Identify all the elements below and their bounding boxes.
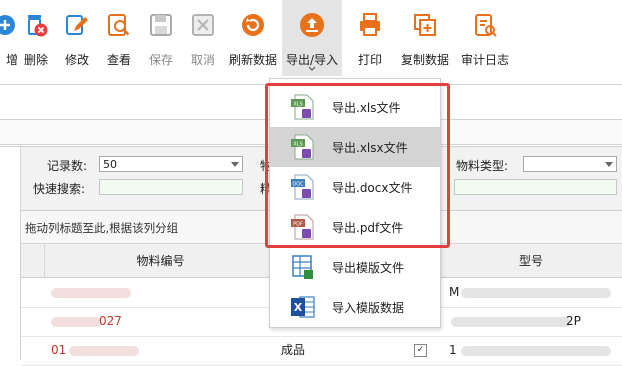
print-button-label: 打印: [357, 53, 382, 67]
blurred-cell: [69, 346, 139, 356]
print-icon: [360, 13, 380, 36]
row-checkbox[interactable]: ✓: [414, 344, 427, 357]
cancel-button-label: 取消: [190, 53, 215, 67]
column-header-label: 型号: [518, 254, 543, 268]
add-icon: [0, 15, 15, 35]
export-import-button[interactable]: 导出/导入: [282, 0, 342, 76]
view-button[interactable]: 查看: [100, 0, 138, 76]
column-header-model[interactable]: 型号: [439, 244, 622, 278]
save-button[interactable]: 保存: [142, 0, 180, 76]
blurred-cell: [51, 288, 131, 298]
delete-icon: [28, 15, 48, 37]
copy-icon: [414, 14, 436, 36]
blurred-cell: [461, 346, 611, 356]
chevron-down-icon: [605, 162, 613, 167]
group-by-hint: 拖动列标题至此,根据该列分组: [25, 221, 179, 235]
record-count-value: 50: [103, 158, 117, 171]
copy-data-button[interactable]: 复制数据: [398, 0, 452, 76]
audit-log-button[interactable]: 审计日志: [458, 0, 512, 76]
cancel-button[interactable]: 取消: [184, 0, 222, 76]
quick-search-input[interactable]: [99, 179, 243, 195]
quick-search-label: 快速搜索:: [33, 182, 86, 196]
refresh-data-button-label: 刷新数据: [228, 53, 277, 67]
chevron-down-icon: [308, 66, 316, 71]
extra-filter-input[interactable]: [454, 179, 617, 195]
menu-item-import-template-data[interactable]: X 导入模版数据: [270, 287, 440, 327]
excel-import-icon: X: [291, 296, 315, 318]
audit-log-button-label: 审计日志: [460, 53, 509, 67]
highlight-box: [265, 83, 450, 248]
material-code-cell: 01: [51, 343, 67, 357]
menu-item-label: 导入模版数据: [332, 301, 405, 315]
blurred-cell: [461, 288, 611, 298]
view-icon: [108, 14, 130, 36]
edit-button-label: 修改: [64, 53, 89, 67]
audit-log-icon: [475, 14, 497, 37]
model-cell: 1: [449, 343, 457, 357]
left-gutter: [0, 147, 21, 360]
view-button-label: 查看: [106, 53, 131, 67]
refresh-icon: [242, 14, 264, 36]
template-file-icon: [292, 255, 313, 279]
table-row[interactable]: 01 成品 ✓ 1: [21, 336, 622, 366]
column-header-label: 物料编号: [136, 254, 185, 268]
column-header-material-code[interactable]: 物料编号: [45, 244, 277, 278]
material-code-cell: 027: [99, 314, 122, 328]
menu-item-label: 导出模版文件: [332, 261, 405, 275]
record-count-select[interactable]: 50: [99, 156, 243, 172]
svg-text:X: X: [294, 301, 303, 314]
model-cell: 2P: [566, 314, 581, 328]
edit-button[interactable]: 修改: [58, 0, 96, 76]
material-type-label: 物料类型:: [456, 159, 509, 173]
record-count-label: 记录数:: [47, 159, 88, 173]
model-cell: M: [449, 285, 460, 299]
refresh-data-button[interactable]: 刷新数据: [226, 0, 280, 76]
edit-icon: [66, 15, 88, 35]
blurred-cell: [451, 317, 571, 327]
material-type-select[interactable]: [523, 156, 617, 172]
chevron-down-icon: [231, 162, 239, 167]
delete-button-label: 删除: [23, 53, 48, 67]
blurred-cell: [51, 317, 101, 327]
copy-data-button-label: 复制数据: [400, 53, 449, 67]
print-button[interactable]: 打印: [350, 0, 390, 76]
delete-button[interactable]: 删除: [18, 0, 54, 76]
toolbar: 增 删除 修改 查看 保存 取消 刷新数据 导出/导入 打印 复制数据 审计日志: [0, 0, 622, 76]
row-indicator-header: [21, 244, 45, 278]
save-button-label: 保存: [148, 53, 173, 67]
name-cell: 成品: [281, 343, 306, 357]
add-button-label: 增: [5, 53, 18, 67]
export-import-icon: [300, 13, 324, 37]
save-icon: [150, 14, 172, 36]
cancel-icon: [192, 14, 214, 36]
add-button[interactable]: 增: [0, 0, 18, 76]
menu-item-export-template[interactable]: 导出模版文件: [270, 247, 440, 287]
